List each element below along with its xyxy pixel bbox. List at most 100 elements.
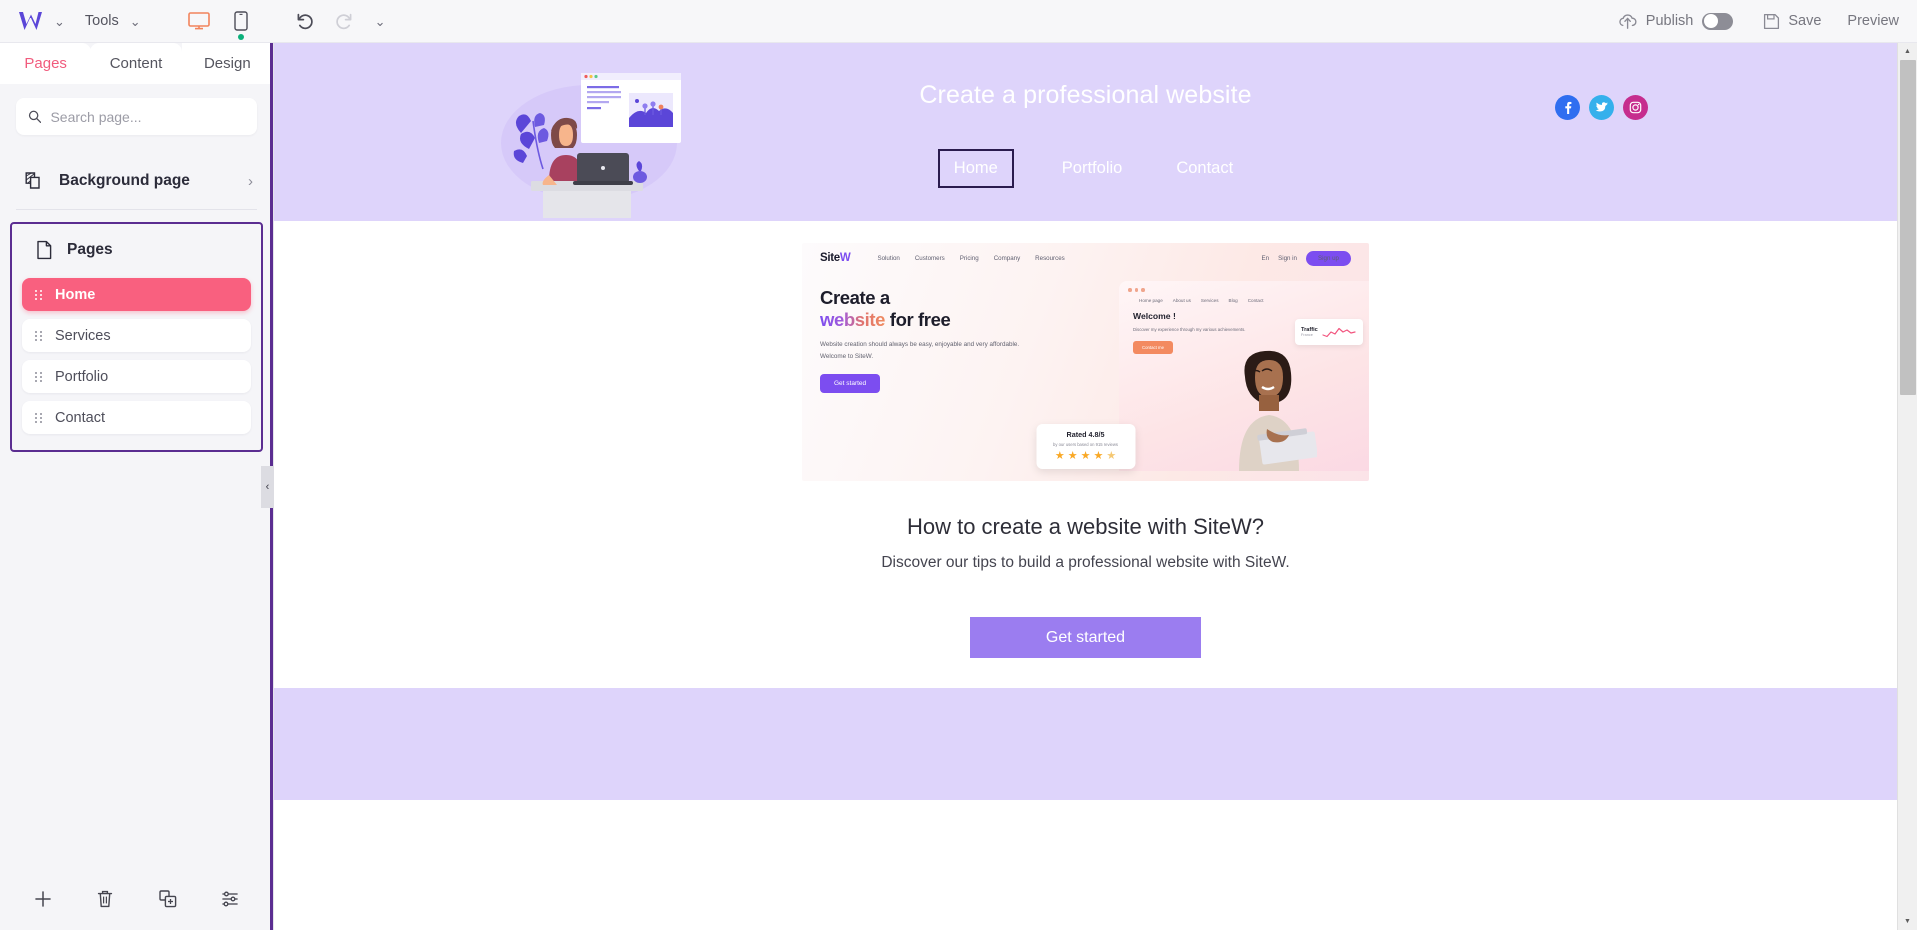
twitter-icon[interactable] xyxy=(1589,95,1614,120)
get-started-button[interactable]: Get started xyxy=(970,617,1201,658)
save-floppy-icon xyxy=(1764,13,1780,29)
scrollbar-thumb[interactable] xyxy=(1900,60,1916,395)
embed-hero: Create a website for free Website creati… xyxy=(802,273,1369,471)
page-item-label: Contact xyxy=(55,409,105,426)
embed-nav-resources[interactable]: Resources xyxy=(1035,255,1065,262)
sitew-preview-embed[interactable]: SiteW Solution Customers Pricing Company… xyxy=(802,243,1369,481)
add-page-button[interactable] xyxy=(26,882,60,916)
search-input[interactable] xyxy=(50,108,245,125)
chevron-right-icon[interactable]: › xyxy=(248,173,253,190)
pages-panel: Pages Home Services Portfolio Contact xyxy=(10,222,263,452)
page-item-label: Services xyxy=(55,327,111,344)
history-group: ⌄ xyxy=(291,8,392,34)
star-half-icon: ★ xyxy=(1106,450,1117,462)
mini-nav-blog: Blog xyxy=(1228,297,1238,303)
mini-nav-about: About us xyxy=(1172,297,1191,303)
embed-signin-link[interactable]: Sign in xyxy=(1278,255,1297,262)
embed-nav-pricing[interactable]: Pricing xyxy=(960,255,979,262)
social-links xyxy=(1555,95,1648,120)
rating-card: Rated 4.8/5 by our users based on 915 re… xyxy=(1036,424,1135,469)
publish-toggle[interactable] xyxy=(1702,12,1734,30)
tab-design[interactable]: Design xyxy=(181,43,273,84)
woman-with-laptop-photo xyxy=(1221,343,1318,471)
left-sidebar: Pages Content Design Search page... Back… xyxy=(0,43,274,930)
website-builder-app: ⌄ Tools ⌄ ⌄ Publish Save Preview Pages C… xyxy=(0,0,1917,930)
redo-button[interactable] xyxy=(330,8,358,34)
scroll-up-arrow[interactable]: ▲ xyxy=(1898,43,1917,60)
embed-nav-company[interactable]: Company xyxy=(994,255,1020,262)
instagram-icon[interactable] xyxy=(1623,95,1648,120)
embed-lang-selector[interactable]: En xyxy=(1262,255,1270,262)
page-list-item-contact[interactable]: Contact xyxy=(22,401,251,434)
embed-nav-solution[interactable]: Solution xyxy=(877,255,899,262)
page-list-item-services[interactable]: Services xyxy=(22,319,251,352)
embed-get-started-button[interactable]: Get started xyxy=(820,374,881,394)
background-page-label: Background page xyxy=(59,172,190,189)
sidebar-footer-toolbar xyxy=(0,868,273,930)
hero-nav-item-portfolio[interactable]: Portfolio xyxy=(1062,159,1123,178)
embed-navbar: SiteW Solution Customers Pricing Company… xyxy=(802,243,1369,273)
toolbar-right-group: Publish Save Preview xyxy=(1618,12,1899,30)
hero-title[interactable]: Create a professional website xyxy=(274,81,1897,110)
rating-stars: ★ ★ ★ ★ ★ xyxy=(1036,451,1135,462)
save-label: Save xyxy=(1788,13,1822,29)
tab-content[interactable]: Content xyxy=(90,43,182,84)
mini-nav-home: Home page xyxy=(1139,297,1163,303)
publish-cloud-upload-icon xyxy=(1619,13,1637,29)
page-settings-button[interactable] xyxy=(213,882,247,916)
toggle-knob xyxy=(1703,14,1718,28)
embed-nav-items: Solution Customers Pricing Company Resou… xyxy=(877,255,1064,262)
footer-band[interactable] xyxy=(274,688,1897,800)
section-title[interactable]: How to create a website with SiteW? xyxy=(274,514,1897,540)
embed-headline-highlight: website xyxy=(820,308,886,330)
app-body: Pages Content Design Search page... Back… xyxy=(0,43,1917,930)
tools-menu-button[interactable]: Tools ⌄ xyxy=(85,11,147,32)
tab-pages[interactable]: Pages xyxy=(0,43,92,84)
hero-section[interactable]: Create a professional website Home Portf… xyxy=(274,43,1897,221)
traffic-widget: Traffic France xyxy=(1295,319,1363,345)
mini-window-dots xyxy=(1119,281,1369,292)
star-icon: ★ xyxy=(1054,450,1065,462)
page-list-item-home[interactable]: Home xyxy=(22,278,251,311)
hero-nav-item-home[interactable]: Home xyxy=(937,149,1014,188)
pages-header-label: Pages xyxy=(67,241,113,258)
drag-handle-icon[interactable] xyxy=(35,371,42,382)
logo-dropdown-caret[interactable]: ⌄ xyxy=(48,11,71,32)
scroll-down-arrow[interactable]: ▼ xyxy=(1898,913,1917,930)
mini-nav-services: Services xyxy=(1200,297,1219,303)
canvas-vertical-scrollbar[interactable]: ▲ ▼ xyxy=(1897,43,1917,930)
embed-signup-button[interactable]: Sign up xyxy=(1306,250,1351,266)
facebook-icon[interactable] xyxy=(1555,95,1580,120)
content-section: SiteW Solution Customers Pricing Company… xyxy=(274,243,1897,688)
drag-handle-icon[interactable] xyxy=(35,412,42,423)
w-logo[interactable] xyxy=(14,8,48,34)
background-page-row[interactable]: Background page › xyxy=(0,157,273,205)
embed-nav-customers[interactable]: Customers xyxy=(915,255,945,262)
sitew-logo-suffix: W xyxy=(839,252,851,264)
history-caret-icon[interactable]: ⌄ xyxy=(369,11,392,32)
page-list-item-portfolio[interactable]: Portfolio xyxy=(22,360,251,393)
embed-hero-left: Create a website for free Website creati… xyxy=(820,287,1020,394)
undo-button[interactable] xyxy=(291,8,319,34)
search-page-box[interactable] xyxy=(16,98,257,135)
scrollbar-track[interactable] xyxy=(1898,60,1917,913)
desktop-view-button[interactable] xyxy=(185,8,213,34)
embed-headline-line1: Create a xyxy=(820,287,890,308)
hero-nav-item-contact[interactable]: Contact xyxy=(1176,159,1233,178)
drag-handle-icon[interactable] xyxy=(35,289,42,300)
publish-control[interactable]: Publish xyxy=(1618,12,1734,30)
tab-content-label: Content xyxy=(109,55,163,72)
hero-navigation: Home Portfolio Contact xyxy=(274,149,1897,188)
save-button[interactable]: Save xyxy=(1763,13,1821,30)
duplicate-page-button[interactable] xyxy=(151,882,185,916)
drag-handle-icon[interactable] xyxy=(35,330,42,341)
sidebar-collapse-handle[interactable]: ‹ xyxy=(261,465,274,508)
tab-design-label: Design xyxy=(203,55,251,72)
sliders-icon xyxy=(222,891,238,907)
delete-page-button[interactable] xyxy=(88,882,122,916)
star-icon: ★ xyxy=(1067,450,1078,462)
mobile-view-button[interactable] xyxy=(227,8,255,40)
preview-button[interactable]: Preview xyxy=(1847,13,1899,29)
toolbar-left-group: ⌄ Tools ⌄ ⌄ xyxy=(14,8,392,40)
section-subtitle[interactable]: Discover our tips to build a professiona… xyxy=(274,554,1897,572)
